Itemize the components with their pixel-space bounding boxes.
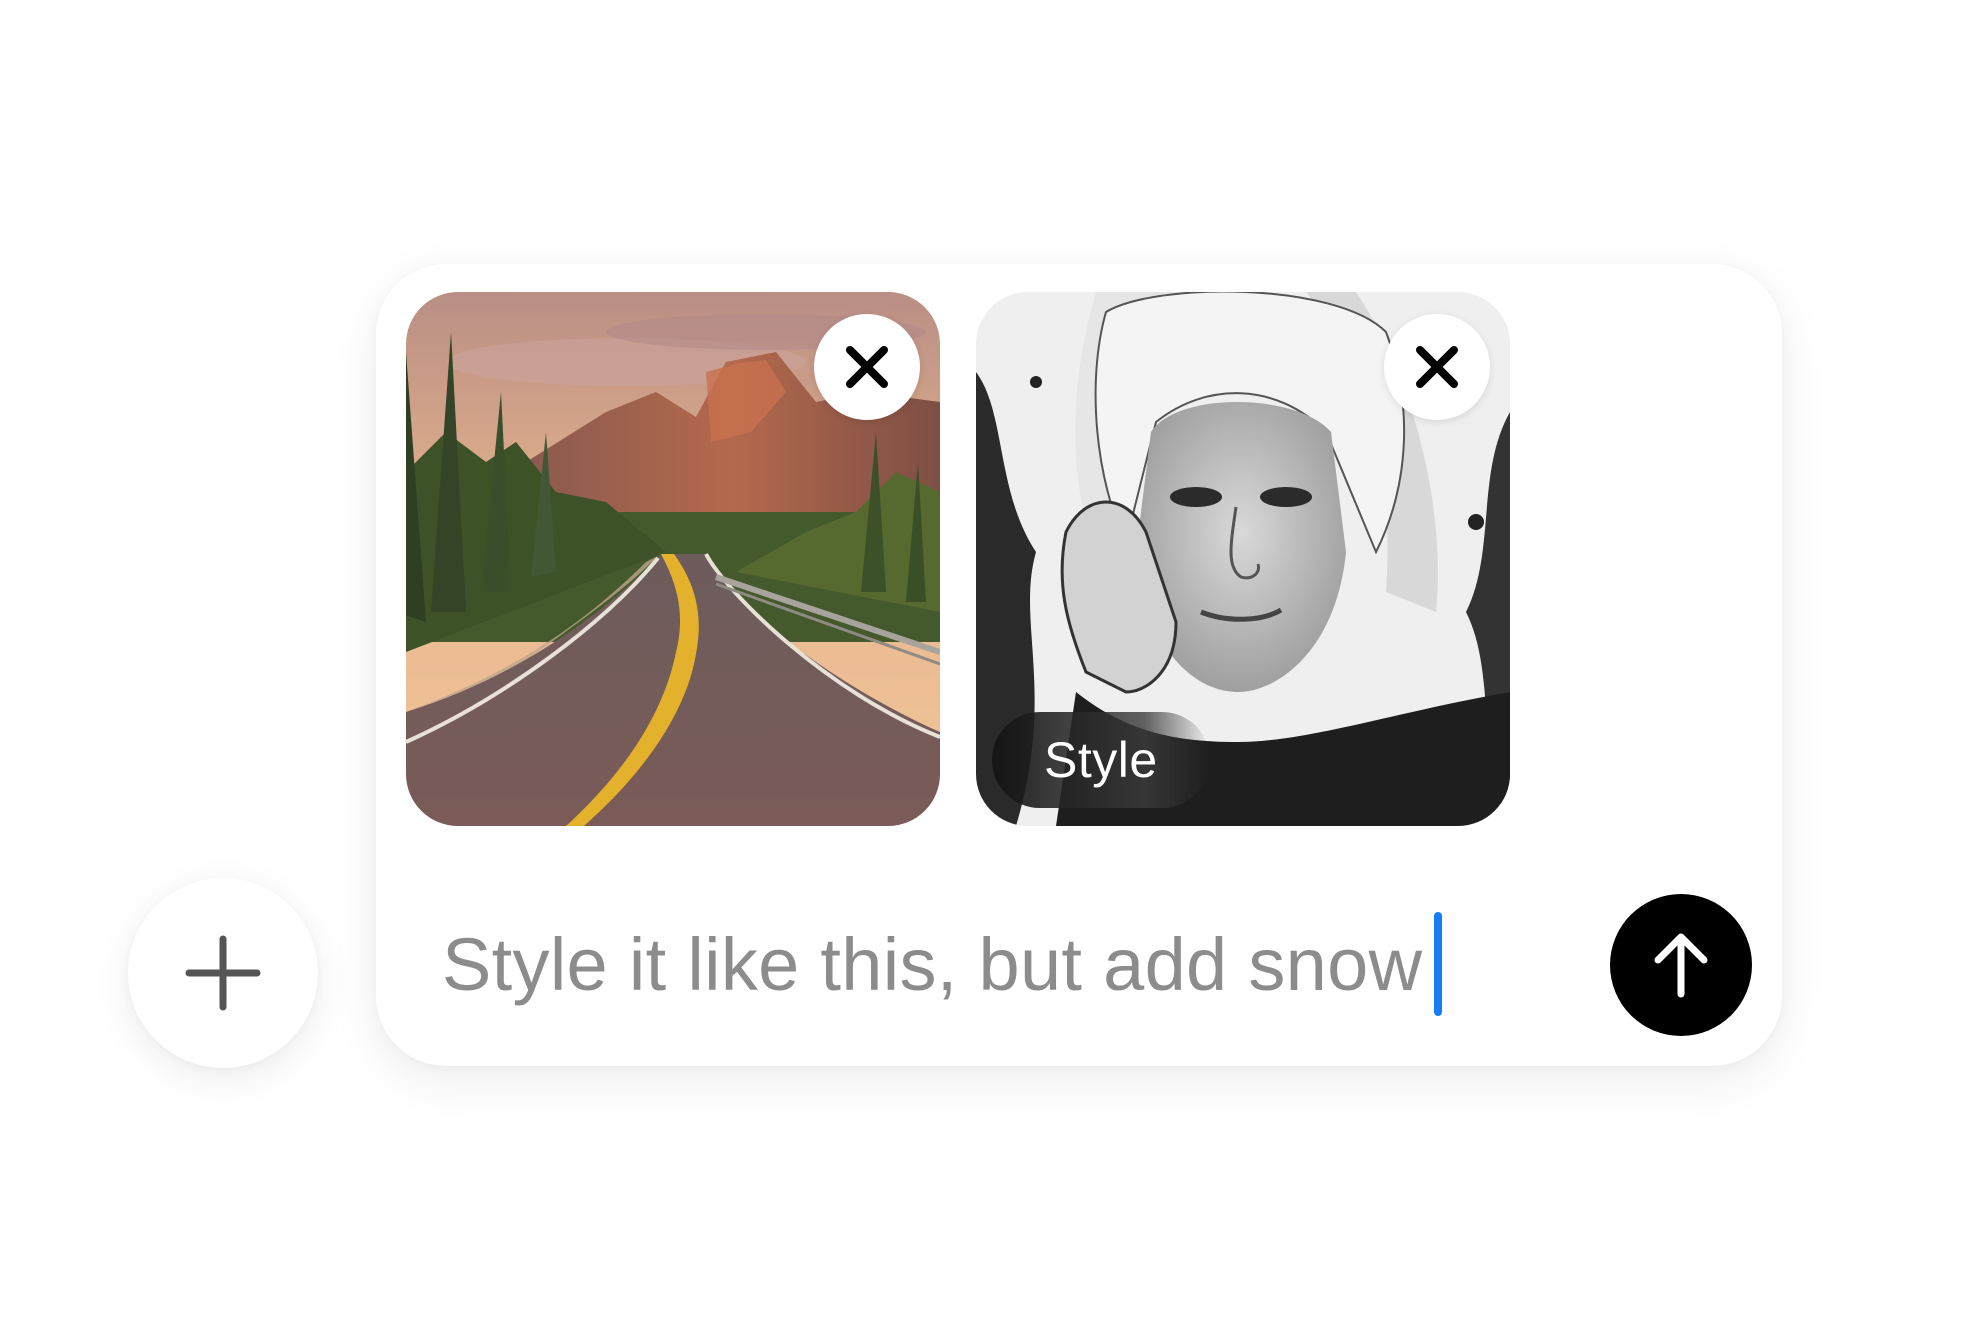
arrow-up-icon	[1654, 933, 1708, 998]
remove-attachment-button[interactable]	[1384, 314, 1490, 420]
close-icon	[1416, 346, 1458, 388]
remove-attachment-button[interactable]	[814, 314, 920, 420]
stage: Style Style it like this, but add snow	[0, 0, 1980, 1320]
plus-icon	[185, 935, 261, 1011]
prompt-text: Style it like this, but add snow	[442, 922, 1423, 1006]
attachment-image-road[interactable]	[406, 292, 940, 826]
close-icon	[846, 346, 888, 388]
style-badge-label: Style	[1044, 732, 1158, 788]
composer-card: Style Style it like this, but add snow	[376, 264, 1782, 1066]
attachment-image-portrait[interactable]: Style	[976, 292, 1510, 826]
send-button[interactable]	[1610, 894, 1752, 1036]
prompt-input[interactable]: Style it like this, but add snow	[442, 904, 1443, 1024]
text-caret	[1434, 912, 1443, 1016]
add-attachment-button[interactable]	[128, 878, 318, 1068]
style-badge: Style	[992, 712, 1210, 808]
